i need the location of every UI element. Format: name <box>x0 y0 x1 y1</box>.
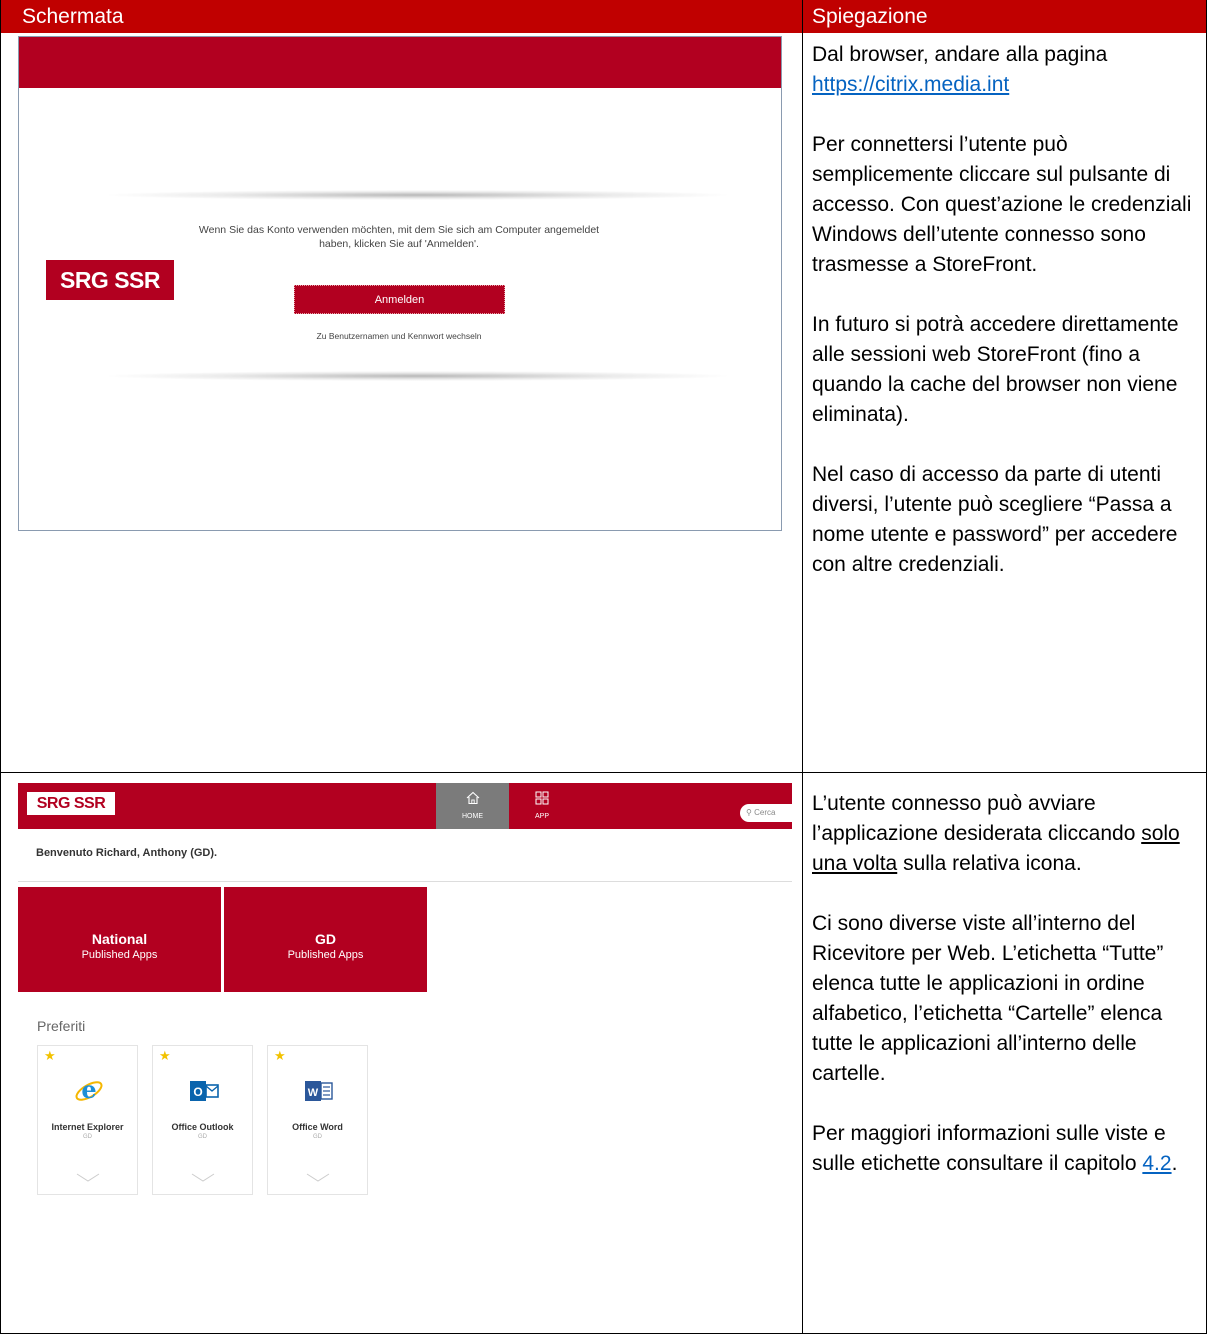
app-folder: GD <box>198 1134 207 1140</box>
switch-credentials-link[interactable]: Zu Benutzernamen und Kennwort wechseln <box>189 331 609 341</box>
explanation-paragraph: Dal browser, andare alla pagina https://… <box>812 40 1197 100</box>
favorite-star-icon[interactable]: ★ <box>274 1048 286 1064</box>
svg-text:W: W <box>308 1087 319 1099</box>
app-folder: GD <box>313 1134 322 1140</box>
nav-app-tab[interactable]: APP <box>509 783 575 829</box>
internet-explorer-icon: e <box>74 1075 104 1106</box>
tile-gd[interactable]: GD Published Apps <box>224 887 427 992</box>
explanation-text: Per maggiori informazioni sulle viste e … <box>812 1122 1166 1175</box>
srg-ssr-logo: SRG SSR <box>27 792 115 815</box>
word-icon: W <box>304 1076 334 1106</box>
table-border-left <box>0 0 1 1334</box>
app-folder: GD <box>83 1134 92 1140</box>
explanation-text: L’utente connesso può avviare l’applicaz… <box>812 792 1142 845</box>
apps-grid-icon <box>509 791 575 810</box>
explanation-paragraph: Per maggiori informazioni sulle viste e … <box>812 1119 1197 1179</box>
outlook-icon: O <box>189 1076 219 1106</box>
app-card-office-outlook[interactable]: ★ O Office Outlook GD <box>152 1045 253 1195</box>
explanation-paragraph: Nel caso di accesso da parte di utenti d… <box>812 463 1178 576</box>
nav-app-label: APP <box>534 813 549 820</box>
search-placeholder: Cerca <box>754 808 776 817</box>
table-column-divider <box>802 0 803 1334</box>
explanation-row1: Dal browser, andare alla pagina https://… <box>812 40 1197 610</box>
favorite-star-icon[interactable]: ★ <box>44 1048 56 1064</box>
home-icon <box>436 791 509 810</box>
srg-ssr-logo: SRG SSR <box>46 260 174 300</box>
app-name: Internet Explorer <box>51 1122 124 1132</box>
app-name: Office Word <box>292 1122 343 1132</box>
favorite-star-icon[interactable]: ★ <box>159 1048 171 1064</box>
nav-home-tab[interactable]: HOME <box>436 783 509 829</box>
explanation-paragraph: L’utente connesso può avviare l’applicaz… <box>812 789 1197 879</box>
favorites-title: Preferiti <box>37 1018 86 1034</box>
app-card-internet-explorer[interactable]: ★ e Internet Explorer GD <box>37 1045 138 1195</box>
table-header <box>0 0 1207 33</box>
tile-subtitle: Published Apps <box>287 949 364 961</box>
app-card-office-word[interactable]: ★ W Office Word GD <box>267 1045 368 1195</box>
divider-shadow-bottom <box>109 371 727 381</box>
explanation-paragraph: Ci sono diverse viste all’interno del Ri… <box>812 912 1164 1085</box>
signin-button[interactable]: Anmelden <box>294 285 505 314</box>
welcome-separator <box>18 881 792 882</box>
nav-home-label: HOME <box>462 813 483 820</box>
divider-shadow-top <box>109 190 727 200</box>
table-row-divider <box>0 772 1207 773</box>
explanation-text: Dal browser, andare alla pagina <box>812 43 1108 66</box>
chapter-link[interactable]: 4.2 <box>1142 1152 1171 1175</box>
chevron-down-icon[interactable] <box>306 1170 330 1182</box>
svg-text:e: e <box>81 1076 96 1104</box>
chevron-down-icon[interactable] <box>76 1170 100 1182</box>
tile-national[interactable]: National Published Apps <box>18 887 221 992</box>
search-input[interactable]: ⚲ Cerca <box>740 804 792 822</box>
welcome-message: Benvenuto Richard, Anthony (GD). <box>36 847 218 859</box>
login-topbar <box>19 37 781 90</box>
svg-text:O: O <box>193 1085 202 1099</box>
login-message: Wenn Sie das Konto verwenden möchten, mi… <box>198 224 600 250</box>
explanation-row2: L’utente connesso può avviare l’applicaz… <box>812 789 1197 1209</box>
citrix-url-link[interactable]: https://citrix.media.int <box>812 73 1009 96</box>
explanation-text: . <box>1171 1152 1178 1175</box>
storefront-topbar <box>18 783 792 829</box>
header-screenshot-column: Schermata <box>22 5 124 28</box>
app-name: Office Outlook <box>171 1122 234 1132</box>
search-icon: ⚲ <box>746 808 752 817</box>
explanation-text: sulla relativa icona. <box>897 852 1082 875</box>
tile-subtitle: Published Apps <box>81 949 158 961</box>
storefront-screenshot: SRG SSR HOME APP ⚲ Cerca Benvenuto Richa… <box>18 783 792 1197</box>
header-explanation-column: Spiegazione <box>812 5 928 28</box>
tile-title: GD <box>315 931 336 947</box>
explanation-paragraph: Per connettersi l’utente può semplicemen… <box>812 133 1192 276</box>
tile-title: National <box>91 931 148 947</box>
login-screenshot: SRG SSR Wenn Sie das Konto verwenden möc… <box>18 36 782 531</box>
chevron-down-icon[interactable] <box>191 1170 215 1182</box>
explanation-paragraph: In futuro si potrà accedere direttamente… <box>812 313 1179 426</box>
